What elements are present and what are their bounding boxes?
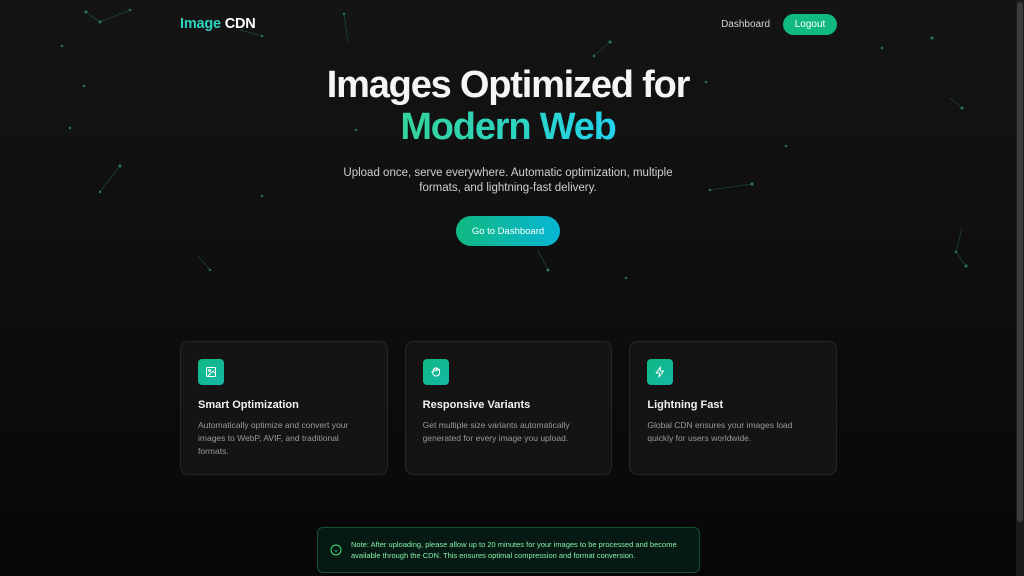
feature-title: Lightning Fast <box>647 399 724 411</box>
image-icon <box>198 359 224 385</box>
brand-logo[interactable]: Image CDN <box>180 16 256 32</box>
hero-title-line2: Modern Web <box>400 106 616 148</box>
top-navbar: Image CDN Dashboard Logout <box>180 12 837 36</box>
note-text: Note: After uploading, please allow up t… <box>351 540 677 560</box>
hero-title-line1: Images Optimized for <box>326 64 691 106</box>
hero-section: Images Optimized for Modern Web Upload o… <box>0 64 1016 246</box>
upload-note-banner: Note: After uploading, please allow up t… <box>317 527 700 573</box>
logout-button[interactable]: Logout <box>783 13 837 35</box>
feature-description: Global CDN ensures your images load quic… <box>647 420 793 443</box>
feature-title: Smart Optimization <box>198 399 299 411</box>
feature-description: Automatically optimize and convert your … <box>198 420 349 456</box>
page-scrollbar[interactable] <box>1016 0 1024 576</box>
nav-dashboard-link[interactable]: Dashboard <box>721 19 770 30</box>
scrollbar-thumb[interactable] <box>1017 2 1023 522</box>
lightning-icon <box>647 359 674 385</box>
feature-card-lightning-fast: Lightning Fast Global CDN ensures your i… <box>629 341 838 475</box>
feature-description: Get multiple size variants automatically… <box>422 420 570 443</box>
info-icon <box>330 544 342 556</box>
hand-icon <box>422 359 449 385</box>
nav-links: Dashboard Logout <box>721 13 837 35</box>
feature-card-smart-optimization: Smart Optimization Automatically optimiz… <box>180 341 388 475</box>
hero-subtitle: Upload once, serve everywhere. Automatic… <box>343 167 673 194</box>
logo-primary: Image <box>180 16 221 32</box>
logo-secondary: CDN <box>224 16 256 32</box>
hero-title: Images Optimized for Modern Web <box>0 64 1016 148</box>
feature-card-responsive-variants: Responsive Variants Get multiple size va… <box>404 341 613 475</box>
go-to-dashboard-button[interactable]: Go to Dashboard <box>456 216 560 246</box>
feature-title: Responsive Variants <box>422 399 531 411</box>
features-grid: Smart Optimization Automatically optimiz… <box>180 341 838 475</box>
